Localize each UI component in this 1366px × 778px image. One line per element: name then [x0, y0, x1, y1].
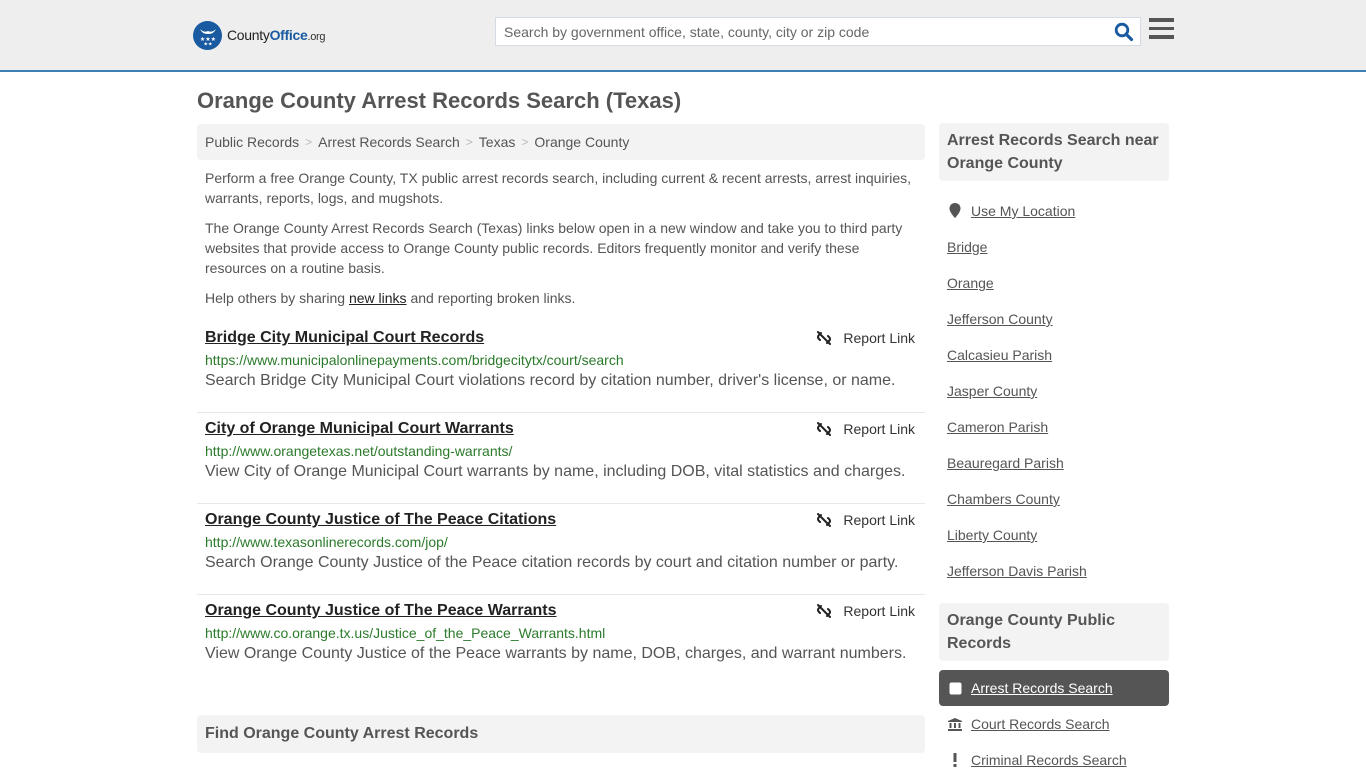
square-icon: [947, 682, 963, 695]
svg-text:★★: ★★: [203, 42, 212, 47]
search-box: [495, 17, 1141, 46]
resource-description: Search Orange County Justice of the Peac…: [205, 554, 899, 571]
nearby-heading: Arrest Records Search near Orange County: [939, 123, 1169, 181]
broken-link-icon: [817, 331, 832, 345]
resource-description: View Orange County Justice of the Peace …: [205, 645, 907, 662]
resource-link-title[interactable]: City of Orange Municipal Court Warrants: [205, 420, 514, 438]
site-header: ★★★ ★★ CountyOffice.org: [0, 0, 1366, 72]
resource-links-list: Bridge City Municipal Court Records Repo…: [197, 322, 925, 686]
breadcrumb-separator: >: [521, 135, 529, 149]
intro-text: Perform a free Orange County, TX public …: [197, 160, 925, 308]
sidebar-item-court-records-search[interactable]: Court Records Search: [939, 706, 1169, 742]
public-records-list: Arrest Records Search Court Records Sear…: [939, 661, 1169, 778]
resource-description: View City of Orange Municipal Court warr…: [205, 463, 906, 480]
nearby-link[interactable]: Orange: [947, 265, 1161, 301]
page-title: Orange County Arrest Records Search (Tex…: [197, 88, 682, 113]
nearby-link[interactable]: Jefferson County: [947, 301, 1161, 337]
resource-link-title[interactable]: Orange County Justice of The Peace Citat…: [205, 511, 556, 529]
search-input[interactable]: [496, 18, 1096, 45]
search-icon: [1114, 22, 1134, 42]
nearby-link[interactable]: Liberty County: [947, 517, 1161, 553]
breadcrumb-separator: >: [305, 135, 313, 149]
public-records-heading: Orange County Public Records: [939, 603, 1169, 661]
sidebar-item-criminal-records-search[interactable]: Criminal Records Search: [939, 742, 1169, 778]
main-content: Public Records > Arrest Records Search >…: [197, 124, 925, 686]
resource-link-title[interactable]: Orange County Justice of The Peace Warra…: [205, 602, 557, 620]
report-link-button[interactable]: Report Link: [816, 330, 915, 346]
resource-url[interactable]: http://www.co.orange.tx.us/Justice_of_th…: [205, 625, 917, 641]
sidebar: Arrest Records Search near Orange County…: [939, 123, 1169, 778]
exclamation-icon: [947, 753, 963, 767]
breadcrumb-orange-county[interactable]: Orange County: [534, 134, 629, 150]
breadcrumb-separator: >: [465, 135, 473, 149]
nearby-link[interactable]: Chambers County: [947, 481, 1161, 517]
breadcrumb-arrest-records-search[interactable]: Arrest Records Search: [318, 134, 460, 150]
nearby-list: Use My Location Bridge Orange Jefferson …: [939, 181, 1169, 589]
use-my-location-link[interactable]: Use My Location: [947, 193, 1161, 229]
report-link-button[interactable]: Report Link: [816, 603, 915, 619]
list-item: City of Orange Municipal Court Warrants …: [197, 413, 925, 504]
eagle-stars-logo-icon: ★★★ ★★: [193, 20, 222, 50]
resource-url[interactable]: https://www.municipalonlinepayments.com/…: [205, 352, 917, 368]
nearby-link[interactable]: Jasper County: [947, 373, 1161, 409]
breadcrumb: Public Records > Arrest Records Search >…: [197, 124, 925, 160]
broken-link-icon: [817, 422, 832, 436]
courthouse-icon: [947, 717, 963, 731]
nearby-link[interactable]: Calcasieu Parish: [947, 337, 1161, 373]
resource-description: Search Bridge City Municipal Court viola…: [205, 372, 896, 389]
sidebar-item-arrest-records-search[interactable]: Arrest Records Search: [939, 670, 1169, 706]
nearby-link[interactable]: Cameron Parish: [947, 409, 1161, 445]
resource-url[interactable]: http://www.orangetexas.net/outstanding-w…: [205, 443, 917, 459]
nearby-link[interactable]: Bridge: [947, 229, 1161, 265]
report-link-button[interactable]: Report Link: [816, 421, 915, 437]
intro-paragraph-1: Perform a free Orange County, TX public …: [205, 170, 912, 206]
breadcrumb-public-records[interactable]: Public Records: [205, 134, 299, 150]
new-links-link[interactable]: new links: [349, 290, 407, 306]
broken-link-icon: [817, 604, 832, 618]
report-link-button[interactable]: Report Link: [816, 512, 915, 528]
list-item: Orange County Justice of The Peace Warra…: [197, 595, 925, 686]
nearby-link[interactable]: Jefferson Davis Parish: [947, 553, 1161, 589]
broken-link-icon: [817, 513, 832, 527]
intro-paragraph-3: Help others by sharing new links and rep…: [205, 290, 576, 306]
map-marker-icon: [947, 203, 963, 219]
nearby-link[interactable]: Beauregard Parish: [947, 445, 1161, 481]
resource-link-title[interactable]: Bridge City Municipal Court Records: [205, 329, 484, 347]
list-item: Bridge City Municipal Court Records Repo…: [197, 322, 925, 413]
list-item: Orange County Justice of The Peace Citat…: [197, 504, 925, 595]
site-logo[interactable]: ★★★ ★★ CountyOffice.org: [193, 20, 326, 50]
resource-url[interactable]: http://www.texasonlinerecords.com/jop/: [205, 534, 917, 550]
search-button[interactable]: [1114, 22, 1134, 42]
hamburger-menu-icon[interactable]: [1149, 18, 1175, 42]
breadcrumb-texas[interactable]: Texas: [479, 134, 516, 150]
logo-text: CountyOffice.org: [227, 27, 326, 43]
intro-paragraph-2: The Orange County Arrest Records Search …: [205, 220, 903, 276]
find-records-heading: Find Orange County Arrest Records: [197, 715, 925, 753]
